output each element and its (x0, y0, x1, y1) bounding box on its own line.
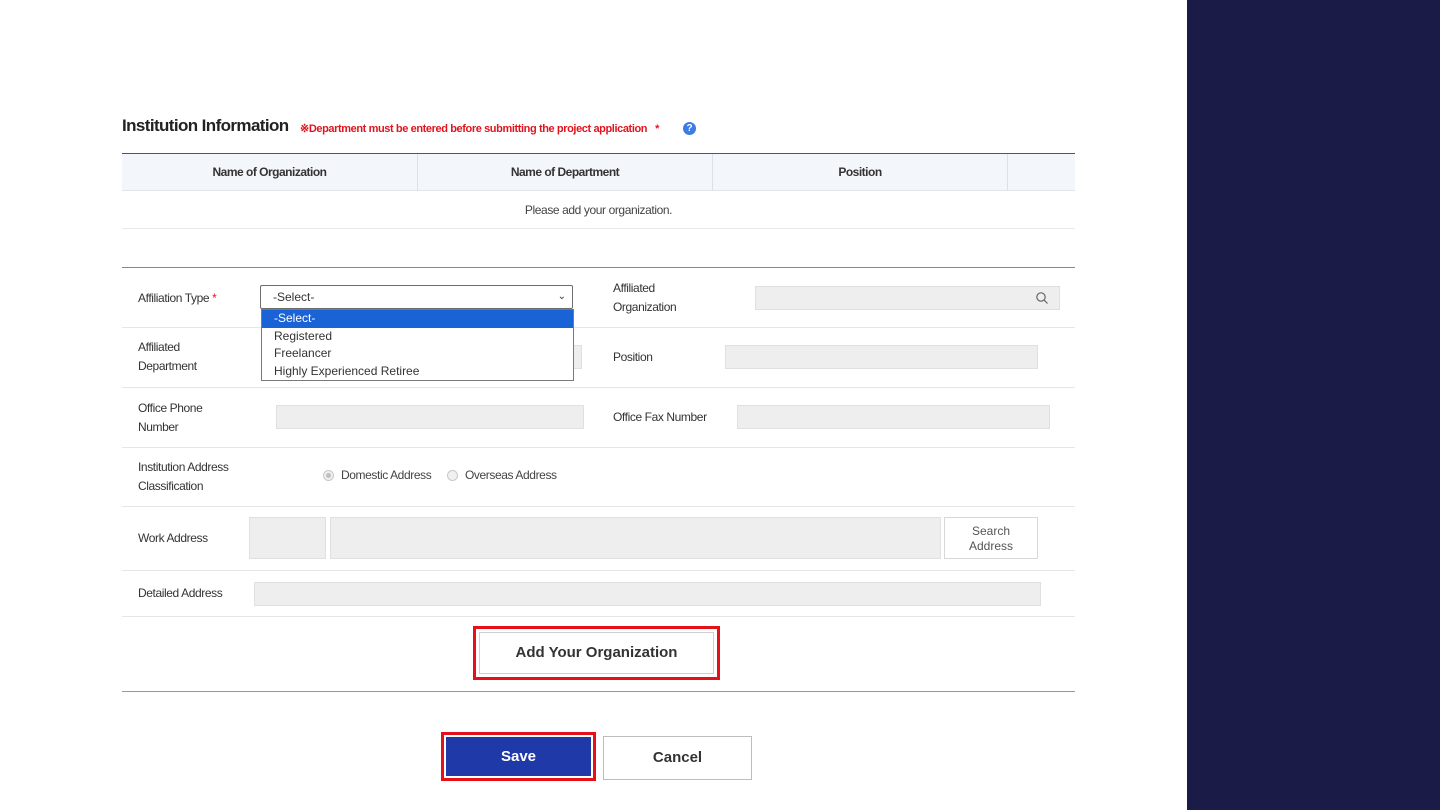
option-registered[interactable]: Registered (262, 328, 573, 346)
section-title: Institution Information (122, 116, 289, 135)
affiliated-department-label-line1: Affiliated (138, 340, 180, 354)
add-organization-highlight: Add Your Organization (473, 626, 720, 680)
detailed-address-label: Detailed Address (138, 586, 223, 600)
office-phone-label: Office Phone Number (138, 399, 203, 437)
address-classification-label-line2: Classification (138, 479, 204, 493)
side-panel (1187, 0, 1440, 810)
affiliation-type-selected-value: -Select- (273, 290, 315, 304)
section-required-mark: * (655, 123, 659, 135)
row-divider (122, 387, 1075, 388)
chevron-down-icon: ⌄ (557, 291, 566, 302)
work-address-label: Work Address (138, 531, 208, 545)
overseas-address-label[interactable]: Overseas Address (465, 468, 557, 482)
affiliated-organization-field[interactable] (755, 286, 1060, 310)
help-icon[interactable]: ? (683, 122, 696, 135)
table-empty-message: Please add your organization. (122, 191, 1075, 229)
search-address-line2: Address (968, 539, 1014, 553)
row-divider (122, 570, 1075, 571)
affiliated-department-label: Affiliated Department (138, 338, 197, 376)
add-organization-button[interactable]: Add Your Organization (479, 632, 714, 674)
affiliation-type-label-text: Affiliation Type (138, 291, 210, 305)
affiliated-organization-label: Affiliated Organization (613, 279, 677, 317)
option-highly-experienced-retiree[interactable]: Highly Experienced Retiree (262, 363, 573, 381)
row-divider (122, 616, 1075, 617)
position-label: Position (613, 350, 653, 364)
save-button[interactable]: Save (446, 737, 591, 776)
work-address-field[interactable] (330, 517, 941, 559)
header-name-of-department: Name of Department (510, 165, 620, 179)
affiliation-type-dropdown: -Select- Registered Freelancer Highly Ex… (261, 309, 574, 381)
header-position: Position (838, 165, 882, 179)
position-field[interactable] (725, 345, 1038, 369)
office-fax-label: Office Fax Number (613, 410, 707, 424)
domestic-address-radio[interactable] (323, 470, 334, 481)
section-note-text: ※Department must be entered before submi… (300, 123, 648, 135)
affiliation-type-select[interactable]: -Select- ⌄ (260, 285, 573, 309)
header-divider (1007, 154, 1008, 191)
option-select[interactable]: -Select- (262, 310, 573, 328)
section-note: ※Department must be entered before submi… (300, 122, 659, 135)
search-icon[interactable] (1035, 291, 1049, 305)
form-bottom-border (122, 691, 1075, 692)
overseas-address-radio[interactable] (447, 470, 458, 481)
office-phone-field[interactable] (276, 405, 584, 429)
detailed-address-field[interactable] (254, 582, 1041, 606)
address-classification-label-line1: Institution Address (138, 460, 229, 474)
affiliated-organization-label-line1: Affiliated (613, 281, 655, 295)
row-divider (122, 506, 1075, 507)
search-address-line1: Search (971, 524, 1011, 538)
save-highlight: Save (441, 732, 596, 781)
office-phone-label-line1: Office Phone (138, 401, 203, 415)
postal-code-field[interactable] (249, 517, 326, 559)
office-phone-label-line2: Number (138, 420, 179, 434)
organization-table-header: Name of Organization Name of Department … (122, 153, 1075, 191)
office-fax-field[interactable] (737, 405, 1050, 429)
search-address-button[interactable]: Search Address (944, 517, 1038, 559)
affiliation-type-required: * (212, 291, 217, 305)
affiliation-type-label: Affiliation Type * (138, 289, 217, 308)
row-divider (122, 447, 1075, 448)
header-name-of-organization: Name of Organization (212, 165, 327, 179)
address-classification-label: Institution Address Classification (138, 458, 229, 496)
cancel-button[interactable]: Cancel (603, 736, 752, 780)
affiliated-organization-label-line2: Organization (613, 300, 677, 314)
option-freelancer[interactable]: Freelancer (262, 345, 573, 363)
affiliated-department-label-line2: Department (138, 359, 197, 373)
domestic-address-label[interactable]: Domestic Address (341, 468, 432, 482)
form-top-border (122, 267, 1075, 268)
